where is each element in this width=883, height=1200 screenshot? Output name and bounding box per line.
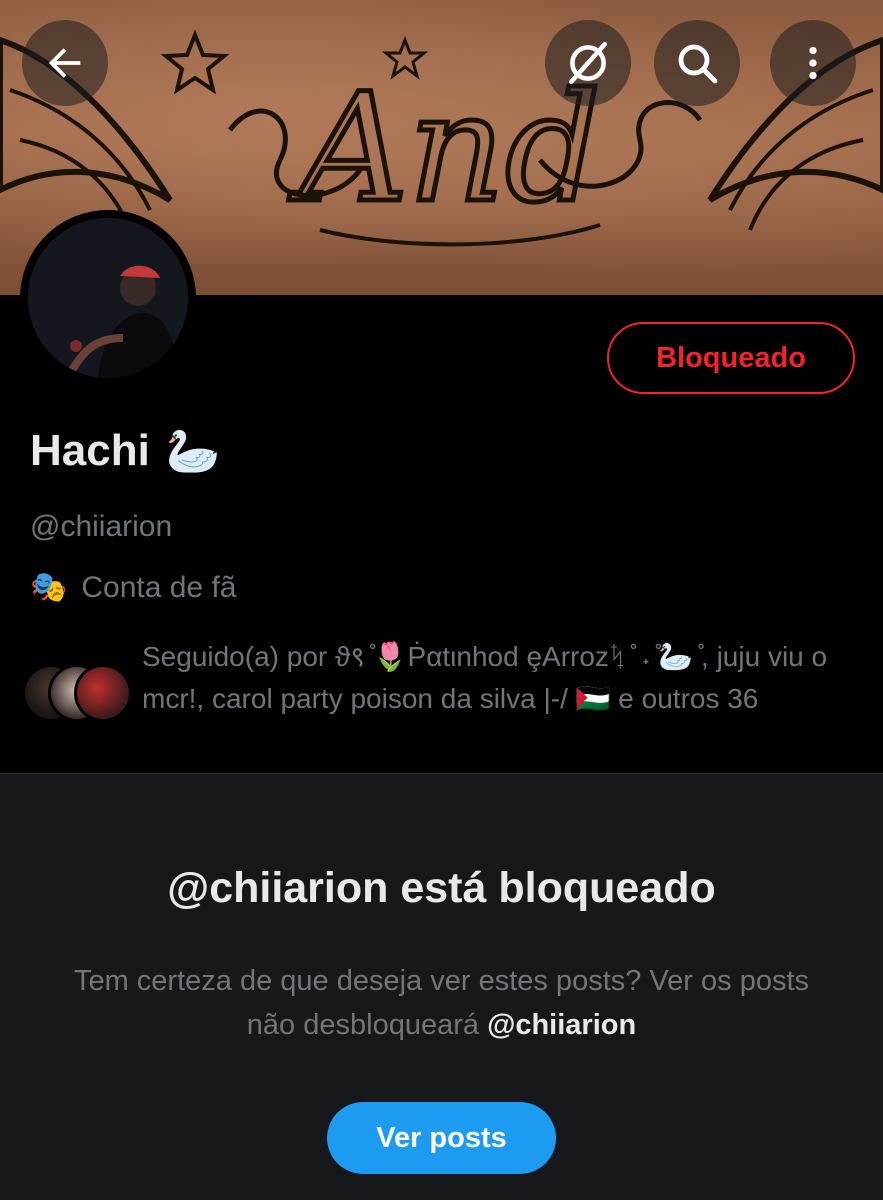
followed-by-text: Seguido(a) por ϑ९ ̊🌷Ṗαtιnhod ȩArrozᛪ ̊ ˖… xyxy=(142,641,828,714)
search-button[interactable] xyxy=(654,20,740,106)
blocked-notice-panel: @chiiarion está bloqueado Tem certeza de… xyxy=(0,774,883,1200)
view-posts-button[interactable]: Ver posts xyxy=(327,1102,556,1174)
profile-handle: @chiiarion xyxy=(30,510,173,543)
profile-name: Hachi xyxy=(30,426,150,475)
back-button[interactable] xyxy=(22,20,108,106)
follower-avatars xyxy=(22,664,132,722)
profile-category: 🎭 Conta de fã xyxy=(30,570,236,605)
swan-emoji: 🦢 xyxy=(165,427,221,476)
more-vertical-icon xyxy=(809,46,817,80)
search-icon xyxy=(678,44,718,84)
profile-avatar[interactable] xyxy=(20,210,196,386)
avatar-photo xyxy=(28,218,188,378)
category-label: Conta de fã xyxy=(81,570,237,604)
theater-masks-icon: 🎭 xyxy=(30,571,68,604)
blocked-notice-description: Tem certeza de que deseja ver estes post… xyxy=(60,959,823,1047)
grok-button[interactable] xyxy=(545,20,631,106)
blocked-desc-text: Tem certeza de que deseja ver estes post… xyxy=(73,965,810,1041)
grok-icon xyxy=(569,41,607,85)
more-options-button[interactable] xyxy=(770,20,856,106)
blocked-notice-title: @chiiarion está bloqueado xyxy=(167,864,716,912)
profile-name-row: Hachi 🦢 xyxy=(30,425,221,477)
blocked-desc-handle: @chiiarion xyxy=(487,1009,637,1041)
arrow-left-icon xyxy=(48,48,81,78)
follower-avatar-3 xyxy=(74,664,132,722)
blocked-button[interactable]: Bloqueado xyxy=(607,322,855,394)
